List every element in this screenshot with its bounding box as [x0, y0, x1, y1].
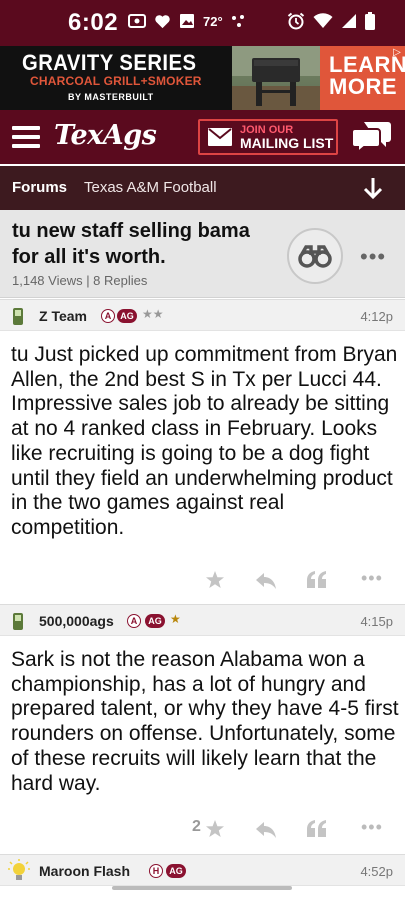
battery-icon [365, 12, 375, 30]
status-time: 6:02 [68, 9, 119, 36]
thread-title: tu new staff selling bama for all it's w… [12, 220, 250, 268]
post: Z Team A AG ★★ 4:12p tu Just picked up c… [0, 299, 405, 604]
breadcrumb-topic[interactable]: Texas A&M Football [84, 179, 217, 196]
ad-subhead: CHARCOAL GRILL+SMOKER [30, 74, 202, 88]
post-more-icon[interactable]: ••• [361, 567, 383, 593]
ad-headline: GRAVITY SERIES [22, 50, 197, 75]
ad-grill-image [232, 46, 320, 110]
image-icon [180, 14, 194, 28]
post-time: 4:15p [360, 614, 393, 629]
star-icon[interactable] [205, 816, 225, 842]
post: 500,000ags A AG ★ 4:15p Sark is not the … [0, 604, 405, 854]
post-header: Z Team A AG ★★ 4:12p [0, 299, 405, 331]
post-actions: 2 ••• [0, 816, 405, 846]
phone-avatar-icon [13, 308, 23, 325]
site-logo[interactable]: TexAgs [54, 120, 157, 151]
watch-thread-button[interactable] [287, 228, 343, 284]
status-bar: 6:02 72° [0, 0, 405, 46]
post-header: 500,000ags A AG ★ 4:15p [0, 604, 405, 636]
post-actions: ••• [0, 567, 405, 597]
post: Maroon Flash H AG 4:52p [0, 854, 405, 900]
phone-avatar-icon [13, 613, 23, 630]
chat-icon[interactable] [352, 120, 392, 154]
quote-icon[interactable] [306, 567, 328, 593]
reply-icon[interactable] [254, 816, 278, 842]
signal-icon [342, 14, 356, 28]
user-rating-stars: ★★ [142, 307, 164, 321]
alarm-icon [287, 12, 305, 30]
post-time: 4:12p [360, 309, 393, 324]
thread-meta: 1,148 Views | 8 Replies [12, 273, 148, 288]
ad-brand: BY MASTERBUILT [68, 92, 154, 102]
post-more-icon[interactable]: ••• [361, 816, 383, 842]
post-body: Sark is not the reason Alabama won a cha… [11, 648, 399, 795]
post-username[interactable]: 500,000ags [39, 613, 114, 629]
quote-icon[interactable] [306, 816, 328, 842]
notification-icons: 72° [128, 13, 247, 29]
badge-ag: AG [117, 309, 137, 323]
more-options-icon[interactable]: ••• [360, 244, 386, 270]
dots-icon [231, 15, 244, 27]
ad-choices-icon[interactable]: ▷ [391, 47, 403, 59]
post-username[interactable]: Z Team [39, 308, 87, 324]
user-rating-stars: ★ [170, 612, 181, 626]
mailing-label-bottom: MAILING LIST [240, 135, 334, 151]
ad-banner[interactable]: GRAVITY SERIES CHARCOAL GRILL+SMOKER BY … [0, 46, 405, 110]
breadcrumb-forums[interactable]: Forums [12, 179, 67, 196]
lightbulb-avatar-icon [8, 859, 30, 880]
post-time: 4:52p [360, 864, 393, 879]
envelope-icon [208, 128, 232, 146]
badge-h: H [149, 864, 163, 878]
post-username[interactable]: Maroon Flash [39, 863, 130, 879]
heart-icon [155, 15, 170, 29]
badge-ag: AG [166, 864, 186, 878]
binoculars-icon [298, 245, 332, 268]
badge-ag: AG [145, 614, 165, 628]
mailing-list-button[interactable]: JOIN OUR MAILING LIST [198, 119, 338, 155]
screen-cast-icon [128, 14, 146, 28]
post-header: Maroon Flash H AG 4:52p [0, 854, 405, 886]
arrow-down-icon[interactable] [362, 176, 384, 200]
ad-cta-line2: MORE [329, 74, 397, 99]
star-count: 2 [192, 818, 201, 835]
menu-icon[interactable] [12, 126, 40, 148]
badge-a: A [101, 309, 115, 323]
reply-icon[interactable] [254, 567, 278, 593]
thread-header: tu new staff selling bama for all it's w… [0, 210, 405, 298]
post-body: tu Just picked up commitment from Bryan … [11, 343, 398, 539]
badge-a: A [127, 614, 141, 628]
ad-cta[interactable]: LEARN MORE [329, 54, 405, 98]
wifi-icon [313, 13, 333, 28]
breadcrumb: Forums Texas A&M Football [0, 166, 405, 210]
star-icon[interactable] [205, 567, 225, 593]
gesture-handle[interactable] [112, 886, 292, 890]
system-icons [287, 12, 375, 30]
temperature: 72° [203, 13, 223, 29]
